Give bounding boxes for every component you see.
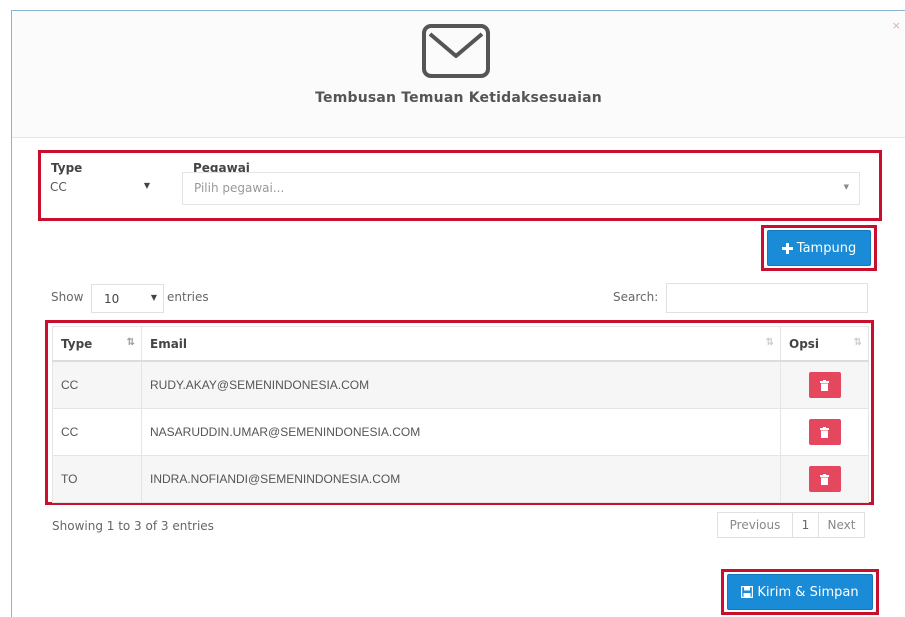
cell-opsi (780, 455, 869, 503)
table-row: TO INDRA.NOFIANDI@SEMENINDONESIA.COM (52, 455, 869, 503)
show-label: Show (51, 290, 84, 304)
column-header-label: Email (150, 336, 188, 351)
type-select-value: CC (50, 180, 67, 194)
pagination: Previous 1 Next (717, 512, 865, 538)
delete-button[interactable] (808, 466, 841, 492)
column-header-label: Opsi (789, 336, 820, 351)
cell-type: CC (52, 360, 142, 409)
trash-icon (820, 426, 829, 438)
tampung-label: Tampung (796, 240, 857, 256)
modal-title: Tembusan Temuan Ketidaksesuaian (315, 90, 602, 106)
tampung-button[interactable]: Tampung (767, 230, 871, 266)
sort-icon: ⇅ (765, 337, 775, 348)
trash-icon (820, 379, 829, 391)
page-length-value: 10 (104, 292, 120, 306)
cell-type: TO (52, 455, 142, 503)
column-header-label: Type (61, 336, 93, 351)
sort-icon: ⇅ (853, 337, 863, 348)
caret-down-icon: ▼ (143, 181, 150, 190)
caret-down-icon: ▼ (150, 293, 157, 302)
previous-button[interactable]: Previous (717, 512, 793, 538)
type-select[interactable]: CC ▼ (40, 172, 164, 205)
table-info: Showing 1 to 3 of 3 entries (52, 519, 214, 533)
save-icon (741, 586, 754, 598)
pegawai-placeholder: Pilih pegawai... (194, 181, 285, 195)
close-icon[interactable]: × (892, 19, 901, 32)
trash-icon (820, 473, 829, 485)
delete-button[interactable] (808, 419, 841, 445)
kirim-simpan-button[interactable]: Kirim & Simpan (727, 574, 873, 610)
entries-label: entries (167, 290, 209, 304)
search-label: Search: (613, 290, 659, 304)
page-1-button[interactable]: 1 (792, 512, 819, 538)
email-table: Type ⇅ Email ⇅ Opsi ⇅ CC RUDY.AKAY@SEMEN… (52, 326, 869, 503)
column-header-type[interactable]: Type ⇅ (52, 326, 142, 362)
cell-email: NASARUDDIN.UMAR@SEMENINDONESIA.COM (141, 408, 781, 456)
cell-type: CC (52, 408, 142, 456)
table-header-row: Type ⇅ Email ⇅ Opsi ⇅ (52, 326, 869, 362)
kirim-simpan-label: Kirim & Simpan (757, 584, 859, 600)
plus-icon (781, 242, 793, 254)
delete-button[interactable] (808, 372, 841, 398)
modal-header: Tembusan Temuan Ketidaksesuaian (12, 11, 905, 138)
caret-down-icon: ▼ (843, 183, 849, 191)
column-header-email[interactable]: Email ⇅ (141, 326, 781, 362)
table-row: CC NASARUDDIN.UMAR@SEMENINDONESIA.COM (52, 408, 869, 456)
pegawai-select[interactable]: Pilih pegawai... ▼ (182, 172, 860, 205)
table-row: CC RUDY.AKAY@SEMENINDONESIA.COM (52, 360, 869, 409)
cell-email: RUDY.AKAY@SEMENINDONESIA.COM (141, 360, 781, 409)
next-button[interactable]: Next (818, 512, 865, 538)
sort-icon: ⇅ (126, 337, 136, 348)
cell-email: INDRA.NOFIANDI@SEMENINDONESIA.COM (141, 455, 781, 503)
envelope-icon (422, 24, 490, 78)
page-length-select[interactable]: 10 ▼ (91, 284, 164, 313)
search-input[interactable] (666, 283, 868, 313)
cell-opsi (780, 408, 869, 456)
cell-opsi (780, 360, 869, 409)
column-header-opsi[interactable]: Opsi ⇅ (780, 326, 869, 362)
